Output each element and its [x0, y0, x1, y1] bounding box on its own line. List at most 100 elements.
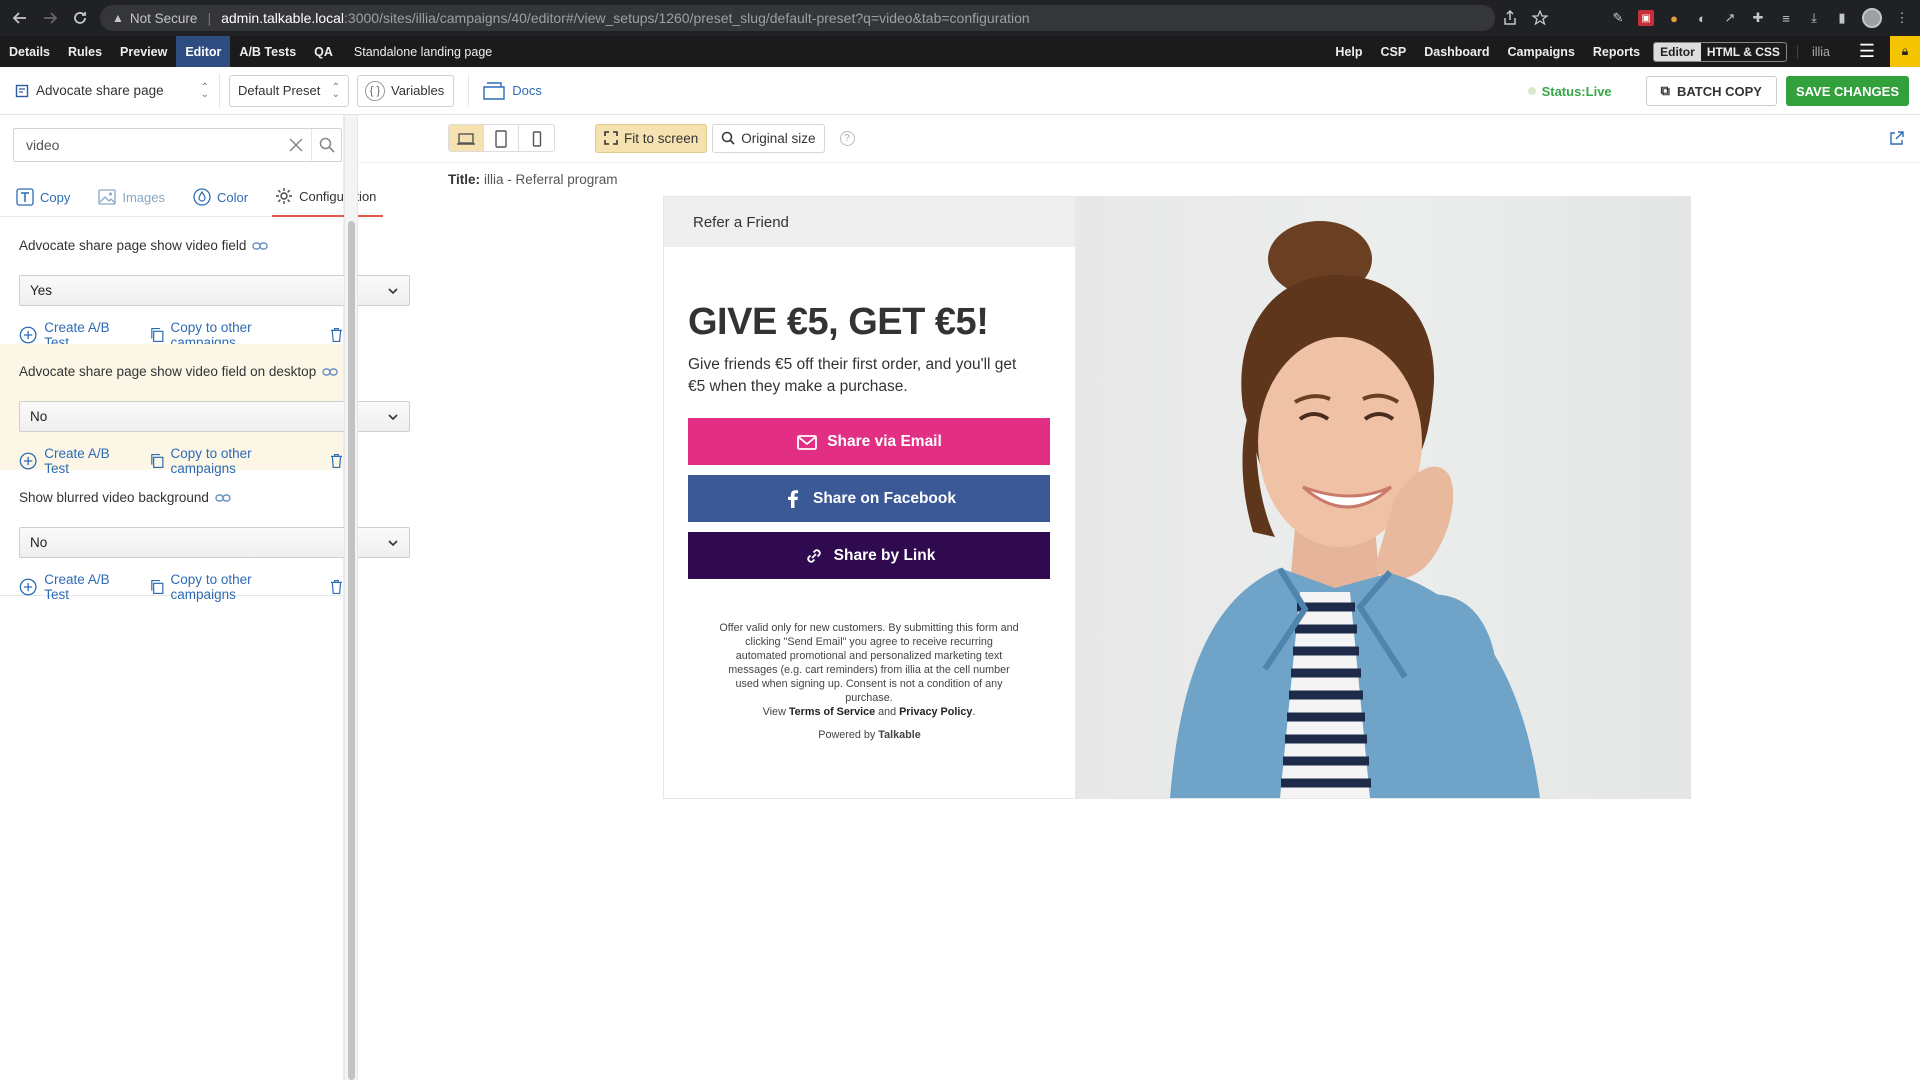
- nav-qa[interactable]: QA: [305, 36, 342, 67]
- share-by-link-button[interactable]: Share by Link: [688, 532, 1050, 579]
- nav-ab-tests[interactable]: A/B Tests: [230, 36, 305, 67]
- envelope-icon: [797, 434, 818, 450]
- more-icon[interactable]: ⋮: [1894, 10, 1910, 26]
- config-field: Advocate share page show video field Yes…: [0, 218, 410, 350]
- config-field: Show blurred video background No Create …: [0, 470, 410, 602]
- save-changes-button[interactable]: SAVE CHANGES: [1785, 76, 1909, 106]
- copy-icon: [151, 579, 164, 595]
- mobile-view-icon[interactable]: [519, 125, 554, 151]
- scrollbar-thumb[interactable]: [348, 221, 355, 1080]
- refer-header: Refer a Friend: [664, 197, 1075, 247]
- download-icon[interactable]: ⤓: [1806, 10, 1822, 26]
- docs-button[interactable]: Docs: [468, 74, 542, 107]
- create-ab-test-button[interactable]: Create A/B Test: [19, 572, 130, 602]
- image-icon: [98, 189, 117, 205]
- nav-csp[interactable]: CSP: [1372, 45, 1416, 59]
- gear-icon: [276, 188, 293, 204]
- campaign-type-label: Standalone landing page: [353, 44, 493, 59]
- expand-icon: [604, 131, 618, 145]
- trash-icon[interactable]: [330, 327, 343, 343]
- page-selector-label: Advocate share page: [36, 83, 164, 98]
- preset-label: Default Preset: [238, 83, 321, 98]
- link-icon[interactable]: [215, 493, 231, 503]
- field-title: Advocate share page show video field: [19, 238, 269, 253]
- clear-icon[interactable]: [284, 133, 308, 157]
- bookmark-star-icon[interactable]: [1532, 10, 1548, 26]
- legal-text: Offer valid only for new customers. By s…: [719, 622, 1019, 718]
- nav-reports[interactable]: Reports: [1584, 45, 1649, 59]
- tablet-view-icon[interactable]: [484, 125, 519, 151]
- nav-help[interactable]: Help: [1326, 45, 1371, 59]
- share-on-facebook-button[interactable]: Share on Facebook: [688, 475, 1050, 522]
- chevron-down-icon: [388, 287, 398, 294]
- tab-configuration[interactable]: Configuration: [272, 178, 384, 217]
- extension-icon[interactable]: ◐: [1694, 10, 1710, 26]
- variables-label: Variables: [391, 83, 445, 98]
- profile-avatar[interactable]: [1862, 8, 1882, 28]
- address-bar[interactable]: ▲ Not Secure | admin.talkable.local:3000…: [100, 5, 1495, 31]
- sidepanel-icon[interactable]: ▮: [1834, 10, 1850, 26]
- link-icon[interactable]: [252, 241, 269, 251]
- share-via-email-button[interactable]: Share via Email: [688, 418, 1050, 465]
- terms-link[interactable]: Terms of Service: [789, 706, 875, 718]
- privacy-link[interactable]: Privacy Policy: [899, 706, 972, 718]
- mode-editor[interactable]: Editor: [1654, 42, 1701, 61]
- hamburger-menu-icon[interactable]: ☰: [1844, 36, 1890, 67]
- landing-page-preview: Refer a Friend GIVE €5, GET €5! Give fri…: [663, 196, 1691, 799]
- search-icon[interactable]: [311, 129, 341, 161]
- sidebar-scrollbar[interactable]: [344, 115, 358, 1080]
- tab-copy[interactable]: Copy: [13, 178, 73, 216]
- zoom-icon: [722, 131, 735, 145]
- nav-preview[interactable]: Preview: [111, 36, 176, 67]
- link-icon[interactable]: [322, 367, 338, 377]
- nav-dashboard[interactable]: Dashboard: [1415, 45, 1498, 59]
- hero-photo: [1075, 197, 1691, 798]
- lock-icon[interactable]: 🔒︎: [1890, 36, 1920, 67]
- plus-circle-icon: [19, 578, 37, 596]
- variables-button[interactable]: { } Variables: [357, 74, 455, 107]
- plus-circle-icon: [19, 452, 37, 470]
- extension-icon[interactable]: ↗: [1722, 10, 1738, 26]
- editor-mode-toggle[interactable]: Editor HTML & CSS: [1653, 41, 1787, 62]
- mode-html-css[interactable]: HTML & CSS: [1701, 43, 1786, 61]
- nav-campaigns[interactable]: Campaigns: [1499, 45, 1584, 59]
- nav-details[interactable]: Details: [0, 36, 59, 67]
- forward-icon[interactable]: [35, 0, 65, 36]
- back-icon[interactable]: [5, 0, 35, 36]
- plus-circle-icon: [19, 326, 37, 344]
- user-name[interactable]: illia: [1796, 44, 1844, 59]
- extension-icon[interactable]: ▣: [1638, 10, 1654, 26]
- copy-to-campaigns-button[interactable]: Copy to other campaigns: [150, 572, 308, 602]
- puzzle-icon[interactable]: ✚: [1750, 10, 1766, 26]
- reading-list-icon[interactable]: ≡: [1778, 10, 1794, 26]
- braces-icon: { }: [365, 80, 385, 101]
- trash-icon[interactable]: [330, 579, 343, 595]
- updown-icon: ⌃ ⌄: [331, 81, 340, 100]
- trash-icon[interactable]: [330, 453, 343, 469]
- updown-icon: ⌃ ⌄: [200, 81, 209, 100]
- preset-selector[interactable]: Default Preset ⌃ ⌄: [229, 74, 349, 107]
- share-icon[interactable]: [1502, 10, 1518, 26]
- talkable-link[interactable]: Talkable: [878, 729, 920, 741]
- extension-icon[interactable]: ●: [1666, 10, 1682, 26]
- search-input[interactable]: video: [13, 128, 342, 162]
- nav-editor[interactable]: Editor: [176, 36, 231, 67]
- tab-color[interactable]: Color: [190, 178, 251, 216]
- tab-images[interactable]: Images: [95, 178, 168, 216]
- browser-toolbar: ▲ Not Secure | admin.talkable.local:3000…: [0, 0, 1920, 36]
- powered-by: Powered by Talkable: [818, 729, 921, 741]
- fit-to-screen-button[interactable]: Fit to screen: [595, 123, 708, 153]
- nav-rules[interactable]: Rules: [59, 36, 111, 67]
- droplet-icon: [193, 188, 211, 206]
- extension-icon[interactable]: ✎: [1610, 10, 1626, 26]
- desktop-view-icon[interactable]: [449, 125, 484, 151]
- original-size-button[interactable]: Original size: [712, 123, 825, 153]
- search-value: video: [26, 137, 60, 153]
- batch-copy-button[interactable]: ⧉ BATCH COPY: [1645, 76, 1777, 106]
- reload-icon[interactable]: [65, 0, 95, 36]
- help-icon[interactable]: ?: [839, 130, 855, 146]
- page-selector[interactable]: Advocate share page ⌃ ⌄: [15, 73, 220, 108]
- field-title: Advocate share page show video field on …: [19, 364, 338, 379]
- facebook-icon: [788, 489, 799, 508]
- external-link-icon[interactable]: [1889, 131, 1904, 146]
